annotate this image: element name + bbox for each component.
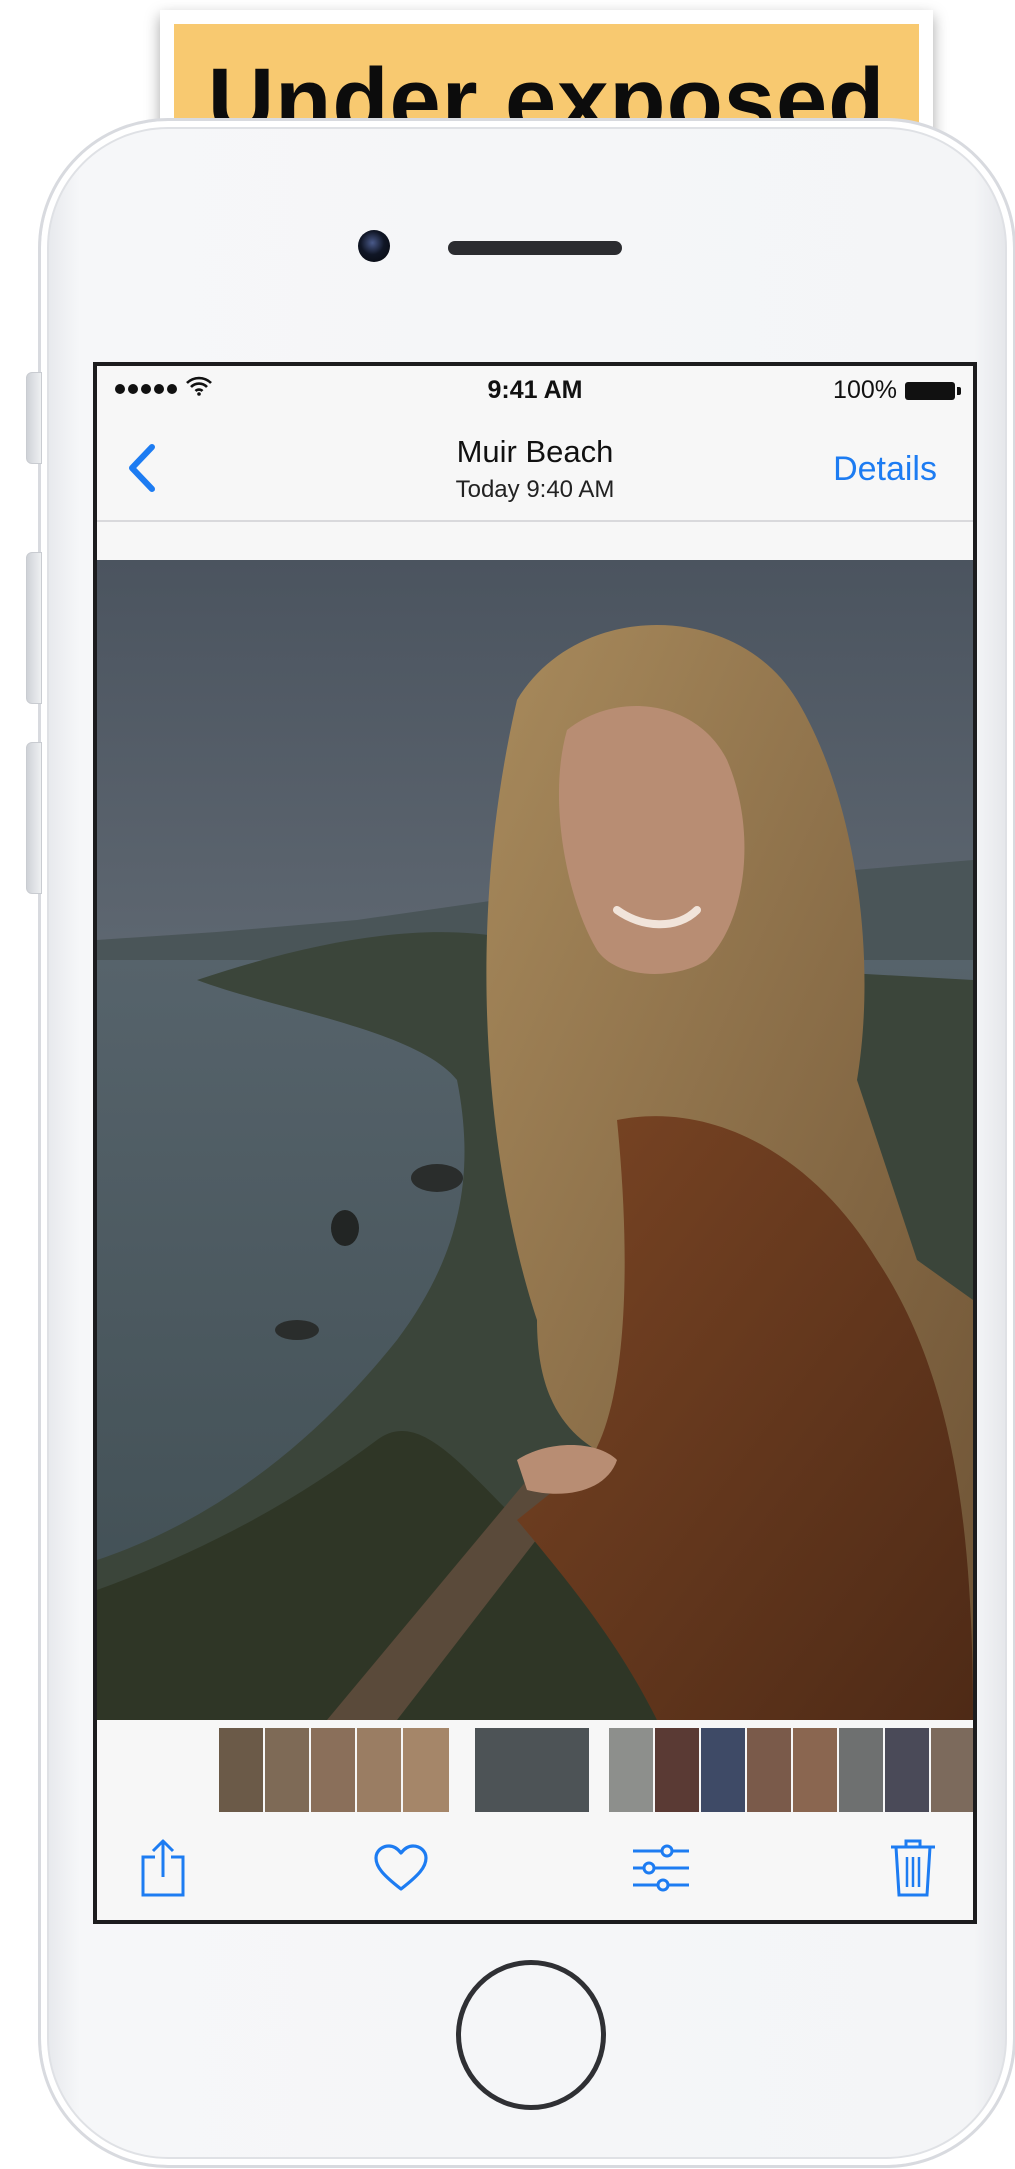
thumbnail[interactable] — [793, 1728, 837, 1812]
volume-up-button — [26, 552, 42, 704]
delete-button[interactable] — [881, 1836, 945, 1900]
thumbnail[interactable] — [609, 1728, 653, 1812]
thumbnail[interactable] — [655, 1728, 699, 1812]
battery-percent: 100% — [833, 376, 897, 404]
bottom-toolbar — [97, 1814, 973, 1920]
phone-screen: 9:41 AM 100% Muir Beach Today 9:40 AM De… — [93, 362, 977, 1924]
main-photo[interactable] — [97, 560, 973, 1720]
thumbnail[interactable] — [885, 1728, 929, 1812]
mute-switch — [26, 372, 42, 464]
favorite-button[interactable] — [369, 1836, 433, 1900]
status-bar: 9:41 AM 100% — [97, 366, 973, 416]
volume-down-button — [26, 742, 42, 894]
thumbnail[interactable] — [931, 1728, 973, 1812]
thumbnail[interactable] — [701, 1728, 745, 1812]
trash-icon — [891, 1839, 935, 1897]
thumbnail[interactable] — [747, 1728, 791, 1812]
thumbnail[interactable] — [403, 1728, 449, 1812]
details-button[interactable]: Details — [833, 450, 937, 489]
thumbnail[interactable] — [265, 1728, 309, 1812]
thumbnail[interactable] — [357, 1728, 401, 1812]
thumbnail-selected[interactable] — [475, 1728, 589, 1812]
photo-thumbnail-strip[interactable] — [97, 1720, 973, 1814]
thumbnail[interactable] — [839, 1728, 883, 1812]
thumbnail[interactable] — [219, 1728, 263, 1812]
share-icon — [141, 1839, 185, 1897]
battery-icon — [905, 381, 961, 400]
portrait-photo-image — [97, 560, 973, 1720]
earpiece-speaker — [448, 241, 622, 255]
thumbnail[interactable] — [311, 1728, 355, 1812]
heart-icon — [374, 1844, 428, 1891]
share-button[interactable] — [131, 1836, 195, 1900]
sliders-icon — [633, 1844, 689, 1892]
front-camera — [358, 230, 390, 262]
navigation-bar: Muir Beach Today 9:40 AM Details — [97, 416, 973, 522]
home-button[interactable] — [456, 1960, 606, 2110]
edit-adjust-button[interactable] — [629, 1836, 693, 1900]
